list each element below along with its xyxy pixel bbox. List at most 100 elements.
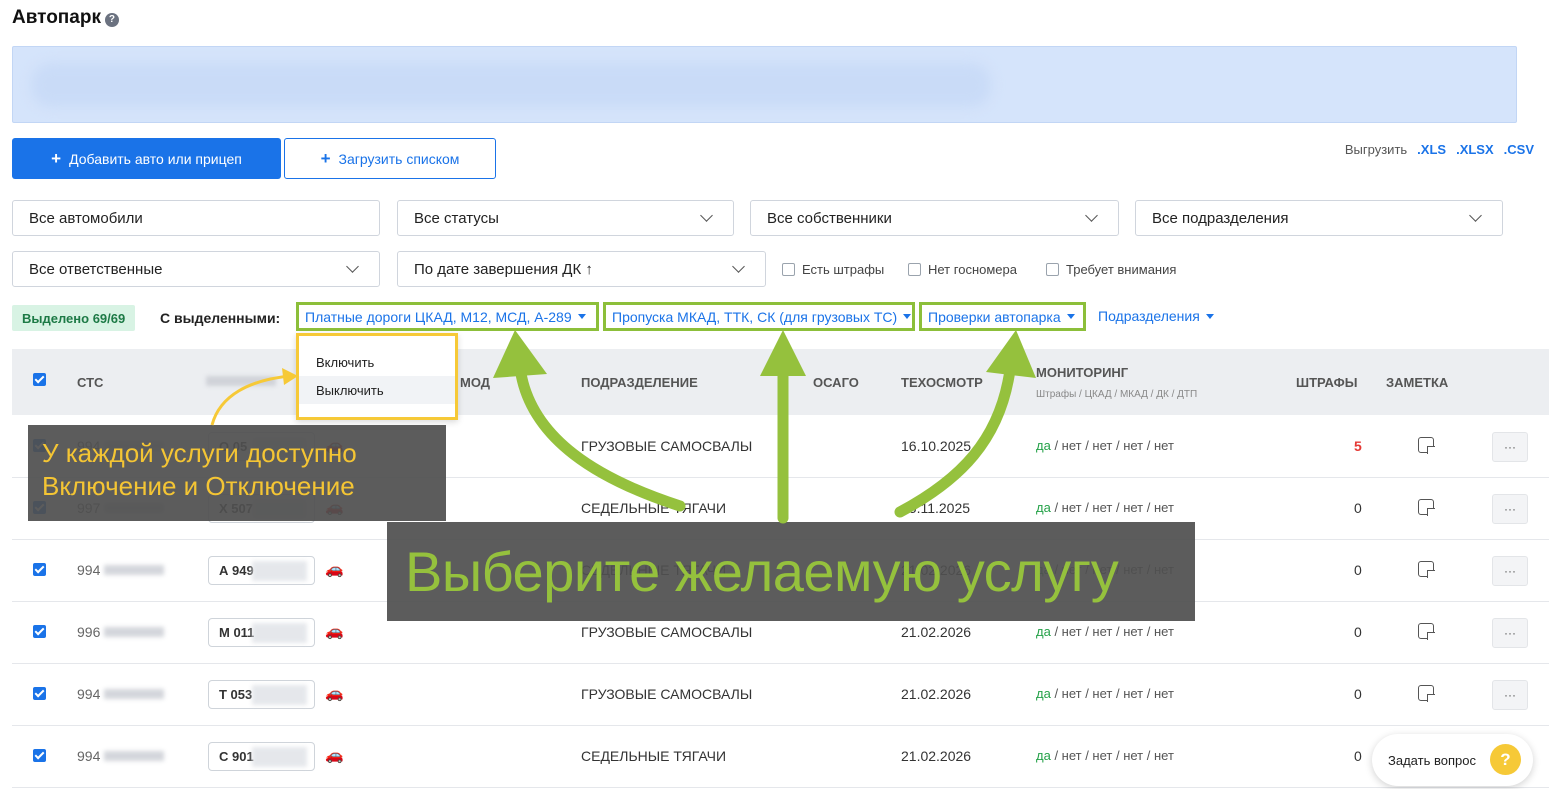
with-selected-label: С выделенными: <box>160 310 281 326</box>
row-department: СЕДЕЛЬНЫЕ ТЯГАЧИ <box>581 748 727 764</box>
filter-has-fines[interactable]: Есть штрафы <box>782 262 884 277</box>
car-icon: 🚗 <box>325 747 344 764</box>
service-checks-label: Проверки автопарка <box>928 308 1061 325</box>
service-toll-roads-menu[interactable]: Платные дороги ЦКАД, М12, МСД, А-289 <box>296 302 599 331</box>
col-osago[interactable]: ОСАГО <box>813 375 859 390</box>
row-fines: 0 <box>1354 562 1362 578</box>
note-icon[interactable] <box>1418 561 1434 577</box>
select-all-checkbox[interactable] <box>33 373 46 386</box>
row-plate-blur <box>252 561 307 581</box>
row-monitoring-fines: да <box>1036 438 1051 453</box>
menu-item-enable[interactable]: Включить <box>299 348 455 376</box>
row-sts: 994 <box>77 748 101 764</box>
col-note[interactable]: ЗАМЕТКА <box>1386 375 1448 390</box>
owner-select[interactable]: Все собственники <box>750 200 1119 236</box>
row-monitoring-fines: да <box>1036 686 1051 701</box>
col-inspection[interactable]: ТЕХОСМОТР <box>901 375 983 390</box>
row-monitoring-rest: / нет / нет / нет / нет <box>1050 438 1174 453</box>
checkbox[interactable] <box>782 263 795 276</box>
filter-needs-attention-label: Требует внимания <box>1066 262 1177 277</box>
row-monitoring-rest: / нет / нет / нет / нет <box>1050 624 1174 639</box>
row-sts: 996 <box>77 624 101 640</box>
row-actions-button[interactable]: ··· <box>1492 680 1528 710</box>
note-icon[interactable] <box>1418 437 1434 453</box>
row-monitoring-fines: да <box>1036 624 1051 639</box>
row-fines: 5 <box>1354 438 1362 454</box>
caret-down-icon <box>903 314 912 319</box>
status-select[interactable]: Все статусы <box>397 200 734 236</box>
row-actions-button[interactable]: ··· <box>1492 618 1528 648</box>
sort-select[interactable]: По дате завершения ДК ↑ <box>397 251 766 287</box>
row-sts-blur <box>104 627 164 637</box>
note-icon[interactable] <box>1418 685 1434 701</box>
row-department: СЕДЕЛЬНЫЕ ТЯГАЧИ <box>581 500 727 516</box>
row-sts: 994 <box>77 686 101 702</box>
row-monitoring: да / нет / нет / нет / нет <box>1036 686 1174 701</box>
note-icon[interactable] <box>1418 499 1434 515</box>
responsible-select[interactable]: Все ответственные <box>12 251 380 287</box>
status-select-value: Все статусы <box>414 209 499 227</box>
service-dropdown-menu: Включить Выключить <box>296 333 458 420</box>
departments-menu-label: Подразделения <box>1098 308 1200 324</box>
caret-down-icon <box>577 314 586 319</box>
load-list-button[interactable]: + Загрузить списком <box>284 138 496 179</box>
info-banner <box>12 46 1517 123</box>
checkbox[interactable] <box>1046 263 1059 276</box>
row-monitoring: да / нет / нет / нет / нет <box>1036 438 1174 453</box>
chevron-down-icon <box>700 209 713 222</box>
col-monitoring[interactable]: МОНИТОРИНГ <box>1036 365 1128 380</box>
row-actions-button[interactable]: ··· <box>1492 556 1528 586</box>
departments-menu[interactable]: Подразделения <box>1098 308 1214 324</box>
row-department: ГРУЗОВЫЕ САМОСВАЛЫ <box>581 686 753 702</box>
row-checkbox[interactable] <box>33 687 46 700</box>
export-xlsx-link[interactable]: .XLSX <box>1456 142 1494 157</box>
add-vehicle-label: Добавить авто или прицеп <box>69 150 242 167</box>
row-fines: 0 <box>1354 686 1362 702</box>
row-department: ГРУЗОВЫЕ САМОСВАЛЫ <box>581 624 753 640</box>
export-xls-link[interactable]: .XLS <box>1417 142 1446 157</box>
col-monitoring-sub: Штрафы / ЦКАД / МКАД / ДК / ДТП <box>1036 389 1198 400</box>
row-checkbox[interactable] <box>33 563 46 576</box>
filter-needs-attention[interactable]: Требует внимания <box>1046 262 1176 277</box>
caret-down-icon <box>1066 314 1075 319</box>
plus-icon: + <box>320 149 331 168</box>
row-monitoring-fines: да <box>1036 500 1051 515</box>
row-actions-button[interactable]: ··· <box>1492 432 1528 462</box>
col-fines[interactable]: ШТРАФЫ <box>1296 375 1357 390</box>
menu-item-disable[interactable]: Выключить <box>299 376 455 404</box>
chevron-down-icon <box>346 260 359 273</box>
row-inspection: 16.10.2025 <box>901 438 972 454</box>
add-vehicle-button[interactable]: + Добавить авто или прицеп <box>12 138 281 179</box>
export-csv-link[interactable]: .CSV <box>1504 142 1534 157</box>
owner-select-value: Все собственники <box>767 209 892 227</box>
row-monitoring-rest: / нет / нет / нет / нет <box>1050 686 1174 701</box>
note-icon[interactable] <box>1418 623 1434 639</box>
blurred-header <box>206 376 276 386</box>
col-sts[interactable]: СТС <box>77 375 103 390</box>
row-checkbox[interactable] <box>33 625 46 638</box>
question-circle-icon[interactable]: ? <box>104 12 119 27</box>
filter-no-plate[interactable]: Нет госномера <box>908 262 1017 277</box>
service-passes-label: Пропуска МКАД, ТТК, СК (для грузовых ТС) <box>612 308 898 325</box>
plus-icon: + <box>51 149 62 168</box>
service-checks-menu[interactable]: Проверки автопарка <box>919 302 1086 331</box>
row-actions-button[interactable]: ··· <box>1492 494 1528 524</box>
caret-down-icon <box>1205 313 1214 319</box>
row-sts: 994 <box>77 562 101 578</box>
row-plate-blur <box>252 685 307 705</box>
department-select[interactable]: Все подразделения <box>1135 200 1503 236</box>
col-department[interactable]: ПОДРАЗДЕЛЕНИЕ <box>581 375 698 390</box>
chevron-down-icon <box>732 260 745 273</box>
responsible-select-value: Все ответственные <box>29 260 163 278</box>
row-checkbox[interactable] <box>33 749 46 762</box>
service-passes-menu[interactable]: Пропуска МКАД, ТТК, СК (для грузовых ТС) <box>603 302 915 331</box>
col-model[interactable]: МОД <box>460 375 490 390</box>
vehicles-filter-input[interactable]: Все автомобили <box>12 200 380 236</box>
ask-question-button[interactable]: Задать вопрос ? <box>1372 734 1533 786</box>
chevron-down-icon <box>1085 209 1098 222</box>
row-plate-text: Т 053 <box>219 687 253 702</box>
checkbox[interactable] <box>908 263 921 276</box>
row-fines: 0 <box>1354 624 1362 640</box>
service-toll-roads-label: Платные дороги ЦКАД, М12, МСД, А-289 <box>305 308 572 325</box>
row-sts-blur <box>104 689 164 699</box>
